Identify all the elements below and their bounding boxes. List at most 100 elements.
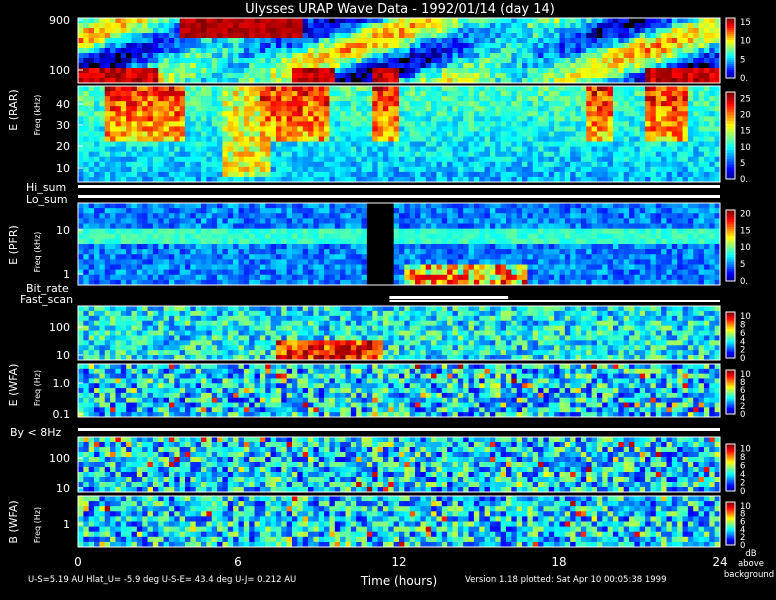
spectrogram-cell	[302, 141, 309, 147]
spectrogram-cell	[548, 18, 555, 24]
spectrogram-cell	[168, 223, 175, 229]
spectrogram-cell	[94, 151, 100, 158]
spectrogram-cell	[441, 156, 448, 163]
spectrogram-cell	[120, 116, 127, 122]
spectrogram-cell	[120, 121, 127, 127]
spectrogram-cell	[201, 38, 207, 44]
spectrogram-cell	[479, 58, 485, 64]
spectrogram-cell	[152, 28, 159, 34]
spectrogram-cell	[110, 228, 116, 235]
spectrogram-cell	[163, 223, 170, 229]
spectrogram-cell	[243, 213, 250, 219]
spectrogram-cell	[259, 136, 266, 142]
spectrogram-cell	[666, 106, 673, 112]
spectrogram-cell	[340, 156, 346, 163]
spectrogram-cell	[645, 58, 651, 64]
spectrogram-cell	[559, 161, 566, 168]
spectrogram-cell	[629, 213, 635, 219]
spectrogram-cell	[318, 121, 325, 127]
spectrogram-cell	[671, 68, 678, 74]
spectrogram-cell	[495, 53, 501, 59]
spectrogram-cell	[441, 233, 448, 240]
spectrogram-cell	[120, 86, 127, 92]
colorbar-tick-label: 0.	[740, 175, 748, 185]
spectrogram-cell	[388, 131, 394, 137]
spectrogram-cell	[211, 38, 218, 44]
spectrogram-cell	[415, 73, 421, 79]
spectrogram-cell	[201, 136, 207, 142]
spectrogram-cell	[618, 106, 624, 112]
spectrogram-cell	[522, 244, 528, 250]
spectrogram-cell	[671, 121, 678, 127]
spectrogram-cell	[618, 111, 624, 117]
spectrogram-cell	[168, 176, 175, 183]
spectrogram-cell	[575, 106, 582, 112]
spectrogram-cell	[366, 63, 373, 69]
spectrogram-cell	[275, 23, 282, 29]
spectrogram-cell	[516, 238, 523, 245]
spectrogram-cell	[275, 121, 282, 127]
spectrogram-cell	[243, 228, 250, 235]
spectrogram-cell	[388, 171, 394, 178]
spectrogram-cell	[404, 33, 410, 39]
spectrogram-cell	[227, 38, 234, 44]
spectrogram-cell	[586, 58, 592, 64]
spectrogram-cell	[602, 228, 608, 235]
spectrogram-cell	[409, 146, 416, 152]
spectrogram-cell	[222, 161, 229, 168]
spectrogram-cell	[243, 53, 250, 59]
spectrogram-cell	[324, 171, 330, 178]
spectrogram-cell	[265, 91, 271, 97]
spectrogram-cell	[677, 156, 683, 163]
spectrogram-cell	[201, 126, 207, 132]
spectrogram-cell	[661, 38, 667, 44]
spectrogram-cell	[211, 23, 218, 29]
spectrogram-cell	[714, 141, 721, 147]
spectrogram-cell	[618, 63, 624, 69]
spectrogram-cell	[345, 171, 352, 178]
spectrogram-cell	[564, 244, 571, 250]
spectrogram-cell	[495, 68, 501, 74]
spectrogram-cell	[259, 151, 266, 158]
spectrogram-cell	[548, 23, 555, 29]
spectrogram-cell	[152, 111, 159, 117]
spectrogram-cell	[366, 28, 373, 34]
spectrogram-cell	[709, 156, 715, 163]
spectrogram-cell	[201, 91, 207, 97]
spectrogram-cell	[104, 23, 111, 29]
spectrogram-cell	[452, 96, 459, 102]
spectrogram-cell	[586, 86, 592, 92]
spectrogram-cell	[463, 86, 469, 92]
spectrogram-cell	[655, 38, 662, 44]
spectrogram-cell	[318, 218, 325, 224]
spectrogram-cell	[500, 126, 507, 132]
spectrogram-cell	[190, 218, 196, 224]
spectrogram-cell	[602, 203, 608, 209]
spectrogram-cell	[596, 156, 603, 163]
spectrogram-cell	[436, 238, 443, 245]
spectrogram-cell	[532, 233, 539, 240]
spectrogram-cell	[350, 131, 357, 137]
spectrogram-cell	[415, 223, 421, 229]
spectrogram-cell	[602, 151, 608, 158]
spectrogram-cell	[489, 126, 496, 132]
spectrogram-cell	[650, 111, 657, 117]
spectrogram-cell	[249, 126, 255, 132]
spectrogram-cell	[142, 106, 148, 112]
spectrogram-cell	[516, 136, 523, 142]
spectrogram-cell	[78, 48, 84, 54]
spectrogram-cell	[580, 151, 587, 158]
spectrogram-cell	[152, 141, 159, 147]
spectrogram-cell	[302, 86, 309, 92]
spectrogram-cell	[249, 33, 255, 39]
spectrogram-cell	[259, 228, 266, 235]
spectrogram-cell	[190, 213, 196, 219]
spectrogram-cell	[206, 121, 213, 127]
spectrogram-cell	[484, 146, 491, 152]
spectrogram-cell	[131, 213, 138, 219]
spectrogram-cell	[500, 146, 507, 152]
urap-wave-plot: Ulysses URAP Wave Data - 1992/01/14 (day…	[0, 0, 776, 600]
spectrogram-cell	[399, 43, 405, 49]
spectrogram-cell	[586, 18, 592, 24]
spectrogram-cell	[136, 244, 143, 250]
